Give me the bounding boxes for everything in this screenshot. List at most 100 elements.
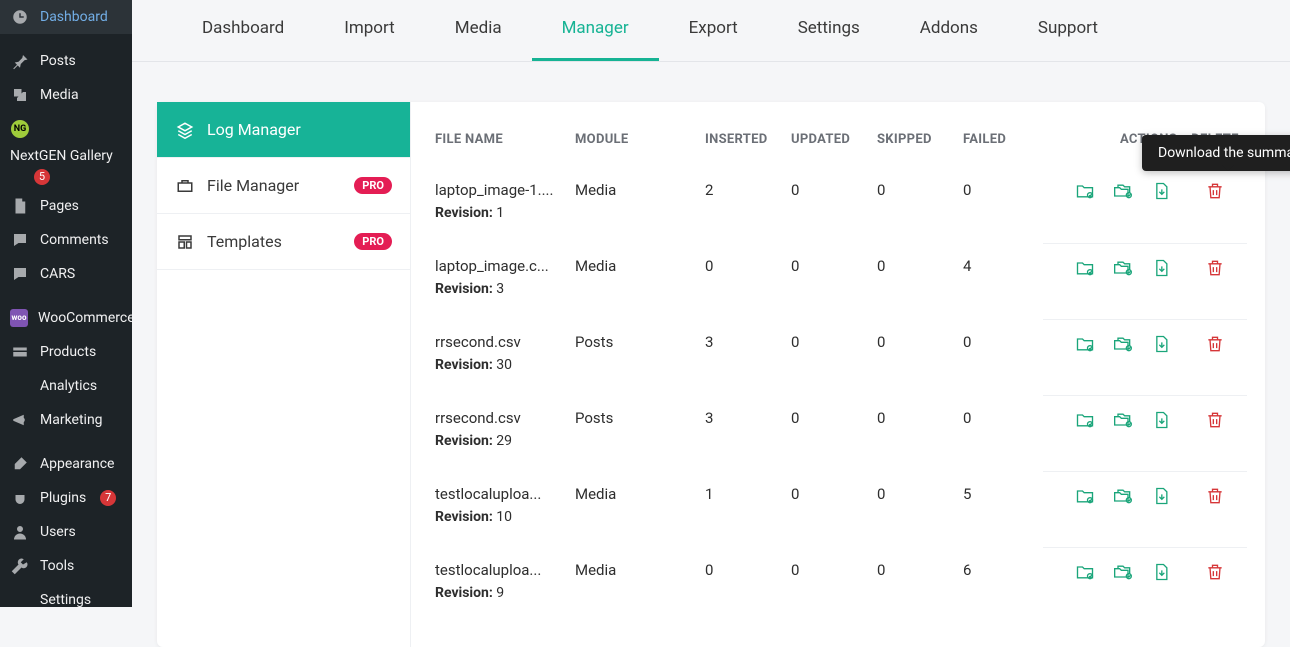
col-skipped: SKIPPED (871, 126, 957, 171)
cell-updated: 0 (785, 243, 871, 319)
col-module: MODULE (569, 126, 699, 171)
wp-admin-sidebar: Dashboard Posts Media NG NextGEN Gallery… (0, 0, 132, 607)
cell-skipped: 0 (871, 471, 957, 547)
cell-file-name: laptop_image-1.... (435, 181, 555, 199)
folder-check-icon[interactable] (1075, 410, 1095, 430)
folder-check-icon[interactable] (1075, 334, 1095, 354)
folders-check-icon[interactable] (1113, 258, 1133, 278)
sidebar-item-label: Users (40, 524, 76, 540)
cell-skipped: 0 (871, 547, 957, 623)
sidebar-item-label: Posts (40, 53, 76, 69)
cell-updated: 0 (785, 547, 871, 623)
cell-failed: 4 (957, 243, 1043, 319)
sidebar-item-media[interactable]: Media (0, 78, 132, 112)
subnav-label: File Manager (207, 176, 299, 195)
sidebar-item-dashboard[interactable]: Dashboard (0, 0, 132, 34)
sidebar-item-tools[interactable]: Tools (0, 549, 132, 583)
tab-import[interactable]: Import (314, 0, 425, 61)
folders-check-icon[interactable] (1113, 334, 1133, 354)
folders-check-icon[interactable] (1113, 486, 1133, 506)
trash-icon[interactable] (1205, 416, 1225, 434)
tab-support[interactable]: Support (1008, 0, 1128, 61)
table-row: rrsecond.csvRevision: 30Posts3000 (429, 319, 1247, 395)
trash-icon[interactable] (1205, 187, 1225, 205)
sidebar-item-label: Tools (40, 558, 74, 574)
sidebar-item-label: Pages (40, 198, 79, 214)
cell-failed: 0 (957, 171, 1043, 243)
sidebar-item-nextgen[interactable]: NG NextGEN Gallery (0, 112, 132, 172)
folder-check-icon[interactable] (1075, 486, 1095, 506)
cell-skipped: 0 (871, 395, 957, 471)
trash-icon[interactable] (1205, 264, 1225, 282)
sidebar-item-pages[interactable]: Pages (0, 189, 132, 223)
pro-badge: PRO (354, 177, 392, 194)
tab-media[interactable]: Media (425, 0, 532, 61)
nextgen-icon: NG (10, 120, 30, 138)
sidebar-item-appearance[interactable]: Appearance (0, 447, 132, 481)
pages-icon (10, 197, 30, 215)
subnav-templates[interactable]: Templates PRO (157, 214, 410, 270)
table-row: laptop_image-1....Revision: 1Media2000 (429, 171, 1247, 243)
plugin-tabs: Dashboard Import Media Manager Export Se… (132, 0, 1290, 62)
sidebar-item-label: WooCommerce (38, 310, 132, 326)
cell-updated: 0 (785, 471, 871, 547)
sidebar-item-label: NextGEN Gallery (10, 148, 113, 164)
sidebar-item-label: Marketing (40, 412, 103, 428)
folder-check-icon[interactable] (1075, 258, 1095, 278)
file-download-icon[interactable] (1151, 562, 1171, 582)
cell-inserted: 2 (699, 171, 785, 243)
tab-manager[interactable]: Manager (532, 0, 659, 61)
trash-icon[interactable] (1205, 492, 1225, 510)
folders-check-icon[interactable] (1113, 410, 1133, 430)
file-download-icon[interactable] (1151, 410, 1171, 430)
sidebar-item-products[interactable]: Products (0, 335, 132, 369)
plugin-icon (10, 489, 30, 507)
file-download-icon[interactable] (1151, 181, 1171, 201)
folder-check-icon[interactable] (1075, 181, 1095, 201)
cell-file-name: laptop_image.c... (435, 257, 555, 275)
tab-dashboard[interactable]: Dashboard (172, 0, 314, 61)
sidebar-item-users[interactable]: Users (0, 515, 132, 549)
file-download-icon[interactable] (1151, 486, 1171, 506)
trash-icon[interactable] (1205, 568, 1225, 586)
table-row: laptop_image.c...Revision: 3Media0004 (429, 243, 1247, 319)
cell-failed: 0 (957, 319, 1043, 395)
sidebar-item-label: CARS (40, 266, 75, 282)
cell-failed: 0 (957, 395, 1043, 471)
folders-check-icon[interactable] (1113, 181, 1133, 201)
col-file: FILE NAME (429, 126, 569, 171)
sidebar-item-analytics[interactable]: Analytics (0, 369, 132, 403)
cell-skipped: 0 (871, 171, 957, 243)
cell-inserted: 3 (699, 395, 785, 471)
folders-check-icon[interactable] (1113, 562, 1133, 582)
cell-file-name: rrsecond.csv (435, 333, 555, 351)
subnav-file-manager[interactable]: File Manager PRO (157, 158, 410, 214)
sidebar-item-plugins[interactable]: Plugins 7 (0, 481, 132, 515)
tab-settings[interactable]: Settings (768, 0, 890, 61)
sidebar-item-woocommerce[interactable]: woo WooCommerce (0, 301, 132, 335)
tab-export[interactable]: Export (659, 0, 768, 61)
sidebar-item-settings[interactable]: Settings (0, 583, 132, 608)
woo-icon: woo (10, 309, 28, 327)
sidebar-item-cars[interactable]: CARS (0, 257, 132, 291)
cell-updated: 0 (785, 319, 871, 395)
subnav-label: Log Manager (207, 120, 301, 139)
sidebar-item-label: Appearance (40, 456, 114, 472)
pro-badge: PRO (354, 233, 392, 250)
sidebar-item-marketing[interactable]: Marketing (0, 403, 132, 437)
manager-subnav: Log Manager File Manager PRO Templates P… (157, 102, 411, 647)
subnav-label: Templates (207, 232, 282, 251)
sidebar-item-posts[interactable]: Posts (0, 44, 132, 78)
sidebar-item-label: Dashboard (40, 9, 108, 25)
file-download-icon[interactable] (1151, 258, 1171, 278)
sidebar-item-comments[interactable]: Comments (0, 223, 132, 257)
subnav-log-manager[interactable]: Log Manager (157, 102, 410, 158)
trash-icon[interactable] (1205, 340, 1225, 358)
tab-addons[interactable]: Addons (890, 0, 1008, 61)
file-download-icon[interactable] (1151, 334, 1171, 354)
sidebar-item-label: Settings (40, 592, 91, 608)
cell-skipped: 0 (871, 319, 957, 395)
folder-check-icon[interactable] (1075, 562, 1095, 582)
cell-revision: Revision: 9 (435, 585, 563, 601)
cell-failed: 5 (957, 471, 1043, 547)
